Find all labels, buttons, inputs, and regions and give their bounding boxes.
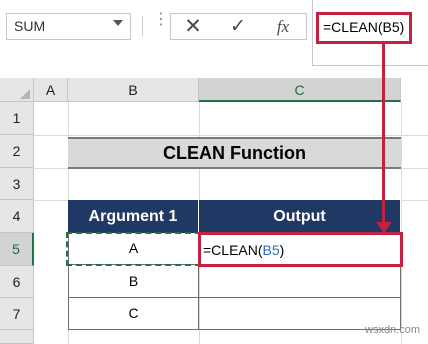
- formula-prefix: =CLEAN(: [203, 242, 263, 258]
- header-output[interactable]: Output: [199, 200, 401, 233]
- annotation-arrow: [382, 44, 385, 224]
- row-header-7[interactable]: 7: [0, 298, 34, 330]
- formula-suffix: ): [279, 242, 285, 258]
- enter-icon[interactable]: ✓: [218, 14, 258, 41]
- header-argument[interactable]: Argument 1: [68, 200, 199, 233]
- editing-cell-c5[interactable]: =CLEAN(B5): [198, 232, 403, 267]
- row-header-4[interactable]: 4: [0, 200, 34, 233]
- formula-text[interactable]: =CLEAN(B5): [316, 12, 412, 44]
- column-header-b[interactable]: B: [68, 78, 199, 102]
- arrow-head-icon: [376, 222, 392, 233]
- row-header-8[interactable]: [0, 330, 34, 344]
- name-box-value: SUM: [14, 18, 46, 34]
- title-cell[interactable]: CLEAN Function: [68, 137, 401, 169]
- cell-c6[interactable]: [199, 266, 401, 298]
- cell-b6[interactable]: B: [69, 266, 199, 298]
- column-header-a[interactable]: A: [34, 78, 68, 102]
- divider: [142, 16, 143, 36]
- argument-value: B: [128, 273, 139, 289]
- row-header-3[interactable]: 3: [0, 168, 34, 200]
- watermark: wsxdn.com: [365, 324, 421, 336]
- cell-b7[interactable]: C: [69, 298, 199, 330]
- gridline: [401, 102, 402, 344]
- insert-function-icon[interactable]: fx: [263, 14, 303, 41]
- chevron-down-icon[interactable]: [113, 20, 123, 26]
- row-header-5[interactable]: 5: [0, 233, 34, 266]
- cancel-icon[interactable]: ✕: [173, 14, 213, 41]
- formula-reference: B5: [262, 242, 280, 258]
- row-header-6[interactable]: 6: [0, 266, 34, 298]
- argument-value: C: [128, 305, 139, 321]
- column-header-c[interactable]: C: [199, 78, 401, 102]
- select-all-icon: [20, 89, 30, 99]
- row-header-1[interactable]: 1: [0, 102, 34, 135]
- gridline: [34, 135, 428, 136]
- formula-buttons: ✕ ✓ fx: [170, 13, 307, 40]
- row-header-2[interactable]: 2: [0, 135, 34, 168]
- name-box[interactable]: SUM: [6, 13, 131, 40]
- reference-marquee: [66, 232, 201, 266]
- drag-handle-icon[interactable]: ⋮: [153, 12, 169, 28]
